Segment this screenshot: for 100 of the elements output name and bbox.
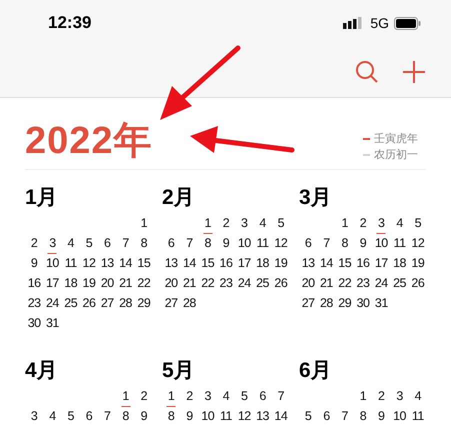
calendar-day[interactable]: 13 xyxy=(256,406,269,426)
calendar-day[interactable]: 12 xyxy=(238,406,251,426)
calendar-day[interactable]: 15 xyxy=(201,253,214,273)
calendar-day[interactable]: 4 xyxy=(49,406,56,426)
calendar-day[interactable]: 5 xyxy=(304,406,312,426)
calendar-day[interactable]: 3 xyxy=(396,386,403,406)
calendar-day[interactable]: 20 xyxy=(302,273,315,293)
calendar-day[interactable]: 14 xyxy=(182,253,196,273)
calendar-day[interactable]: 6 xyxy=(168,233,174,253)
calendar-day[interactable]: 29 xyxy=(338,293,352,313)
calendar-day[interactable]: 2 xyxy=(360,213,366,233)
calendar-day[interactable]: 4 xyxy=(259,213,266,233)
calendar-day[interactable]: 28 xyxy=(119,293,132,313)
month-title[interactable]: 3月 xyxy=(299,184,332,212)
calendar-day[interactable]: 13 xyxy=(164,253,178,273)
calendar-day[interactable]: 8 xyxy=(360,406,366,426)
calendar-day[interactable]: 3 xyxy=(49,233,56,253)
calendar-day[interactable]: 27 xyxy=(164,293,178,313)
calendar-day[interactable]: 23 xyxy=(356,273,370,293)
calendar-day[interactable]: 6 xyxy=(104,233,110,253)
calendar-day[interactable]: 7 xyxy=(323,233,330,253)
calendar-day[interactable]: 15 xyxy=(338,253,352,273)
calendar-day[interactable]: 21 xyxy=(119,273,132,293)
calendar-day[interactable]: 8 xyxy=(168,406,174,426)
calendar-day[interactable]: 23 xyxy=(28,293,41,313)
calendar-day[interactable]: 8 xyxy=(122,406,129,426)
calendar-day[interactable]: 21 xyxy=(320,273,333,293)
calendar-day[interactable]: 9 xyxy=(378,406,384,426)
calendar-day[interactable]: 22 xyxy=(338,273,352,293)
calendar-day[interactable]: 1 xyxy=(168,386,174,406)
calendar-day[interactable]: 16 xyxy=(28,273,41,293)
calendar-day[interactable]: 4 xyxy=(67,233,74,253)
calendar-day[interactable]: 10 xyxy=(201,406,214,426)
calendar-day[interactable]: 14 xyxy=(119,253,132,273)
calendar-day[interactable]: 22 xyxy=(137,273,150,293)
search-icon[interactable] xyxy=(355,60,379,84)
calendar-day[interactable]: 17 xyxy=(238,253,251,273)
calendar-day[interactable]: 1 xyxy=(140,213,148,233)
calendar-day[interactable]: 11 xyxy=(256,233,269,253)
calendar-day[interactable]: 7 xyxy=(341,406,348,426)
calendar-day[interactable]: 23 xyxy=(220,273,232,293)
calendar-day[interactable]: 22 xyxy=(201,273,214,293)
calendar-day[interactable]: 8 xyxy=(341,233,348,253)
calendar-day[interactable]: 27 xyxy=(100,293,114,313)
calendar-day[interactable]: 10 xyxy=(46,253,59,273)
month-title[interactable]: 1月 xyxy=(25,184,58,212)
calendar-day[interactable]: 1 xyxy=(341,213,348,233)
calendar-day[interactable]: 7 xyxy=(278,386,284,406)
calendar-day[interactable]: 20 xyxy=(100,273,114,293)
calendar-day[interactable]: 11 xyxy=(412,406,424,426)
calendar-day[interactable]: 5 xyxy=(241,386,248,406)
calendar-day[interactable]: 8 xyxy=(140,233,148,253)
calendar-day[interactable]: 27 xyxy=(302,293,315,313)
calendar-day[interactable]: 13 xyxy=(100,253,114,273)
calendar-day[interactable]: 30 xyxy=(28,313,41,333)
calendar-day[interactable]: 5 xyxy=(86,233,92,253)
calendar-day[interactable]: 26 xyxy=(82,293,96,313)
calendar-day[interactable]: 19 xyxy=(411,253,424,273)
calendar-day[interactable]: 3 xyxy=(204,386,211,406)
calendar-day[interactable]: 15 xyxy=(137,253,150,273)
calendar-day[interactable]: 11 xyxy=(394,233,406,253)
calendar-day[interactable]: 2 xyxy=(222,213,230,233)
calendar-day[interactable]: 24 xyxy=(238,273,251,293)
calendar-day[interactable]: 9 xyxy=(186,406,193,426)
calendar-day[interactable]: 19 xyxy=(274,253,288,273)
calendar-day[interactable]: 9 xyxy=(360,233,366,253)
calendar-day[interactable]: 14 xyxy=(320,253,333,273)
calendar-day[interactable]: 18 xyxy=(256,253,269,273)
calendar-day[interactable]: 9 xyxy=(140,406,148,426)
calendar-day[interactable]: 29 xyxy=(137,293,150,313)
calendar-day[interactable]: 17 xyxy=(374,253,388,273)
add-icon[interactable] xyxy=(403,61,425,83)
calendar-day[interactable]: 26 xyxy=(411,273,424,293)
month-title[interactable]: 5月 xyxy=(162,357,195,385)
calendar-day[interactable]: 10 xyxy=(238,233,251,253)
calendar-day[interactable]: 6 xyxy=(86,406,92,426)
calendar-day[interactable]: 24 xyxy=(46,293,59,313)
calendar-day[interactable]: 9 xyxy=(222,233,230,253)
calendar-day[interactable]: 4 xyxy=(222,386,230,406)
calendar-day[interactable]: 7 xyxy=(104,406,110,426)
calendar-day[interactable]: 16 xyxy=(356,253,370,273)
calendar-day[interactable]: 7 xyxy=(122,233,129,253)
calendar-day[interactable]: 2 xyxy=(140,386,148,406)
calendar-day[interactable]: 10 xyxy=(374,233,388,253)
calendar-day[interactable]: 12 xyxy=(274,233,288,253)
calendar-day[interactable]: 13 xyxy=(302,253,315,273)
calendar-day[interactable]: 5 xyxy=(414,213,422,233)
month-title[interactable]: 4月 xyxy=(25,357,58,385)
calendar-day[interactable]: 20 xyxy=(164,273,178,293)
calendar-day[interactable]: 21 xyxy=(182,273,196,293)
calendar-day[interactable]: 24 xyxy=(374,273,388,293)
calendar-day[interactable]: 25 xyxy=(256,273,269,293)
calendar-day[interactable]: 19 xyxy=(82,273,96,293)
calendar-day[interactable]: 18 xyxy=(393,253,406,273)
calendar-day[interactable]: 9 xyxy=(30,253,38,273)
calendar-day[interactable]: 25 xyxy=(64,293,78,313)
calendar-day[interactable]: 6 xyxy=(259,386,266,406)
calendar-day[interactable]: 18 xyxy=(64,273,78,293)
calendar-day[interactable]: 28 xyxy=(320,293,333,313)
calendar-day[interactable]: 10 xyxy=(393,406,406,426)
